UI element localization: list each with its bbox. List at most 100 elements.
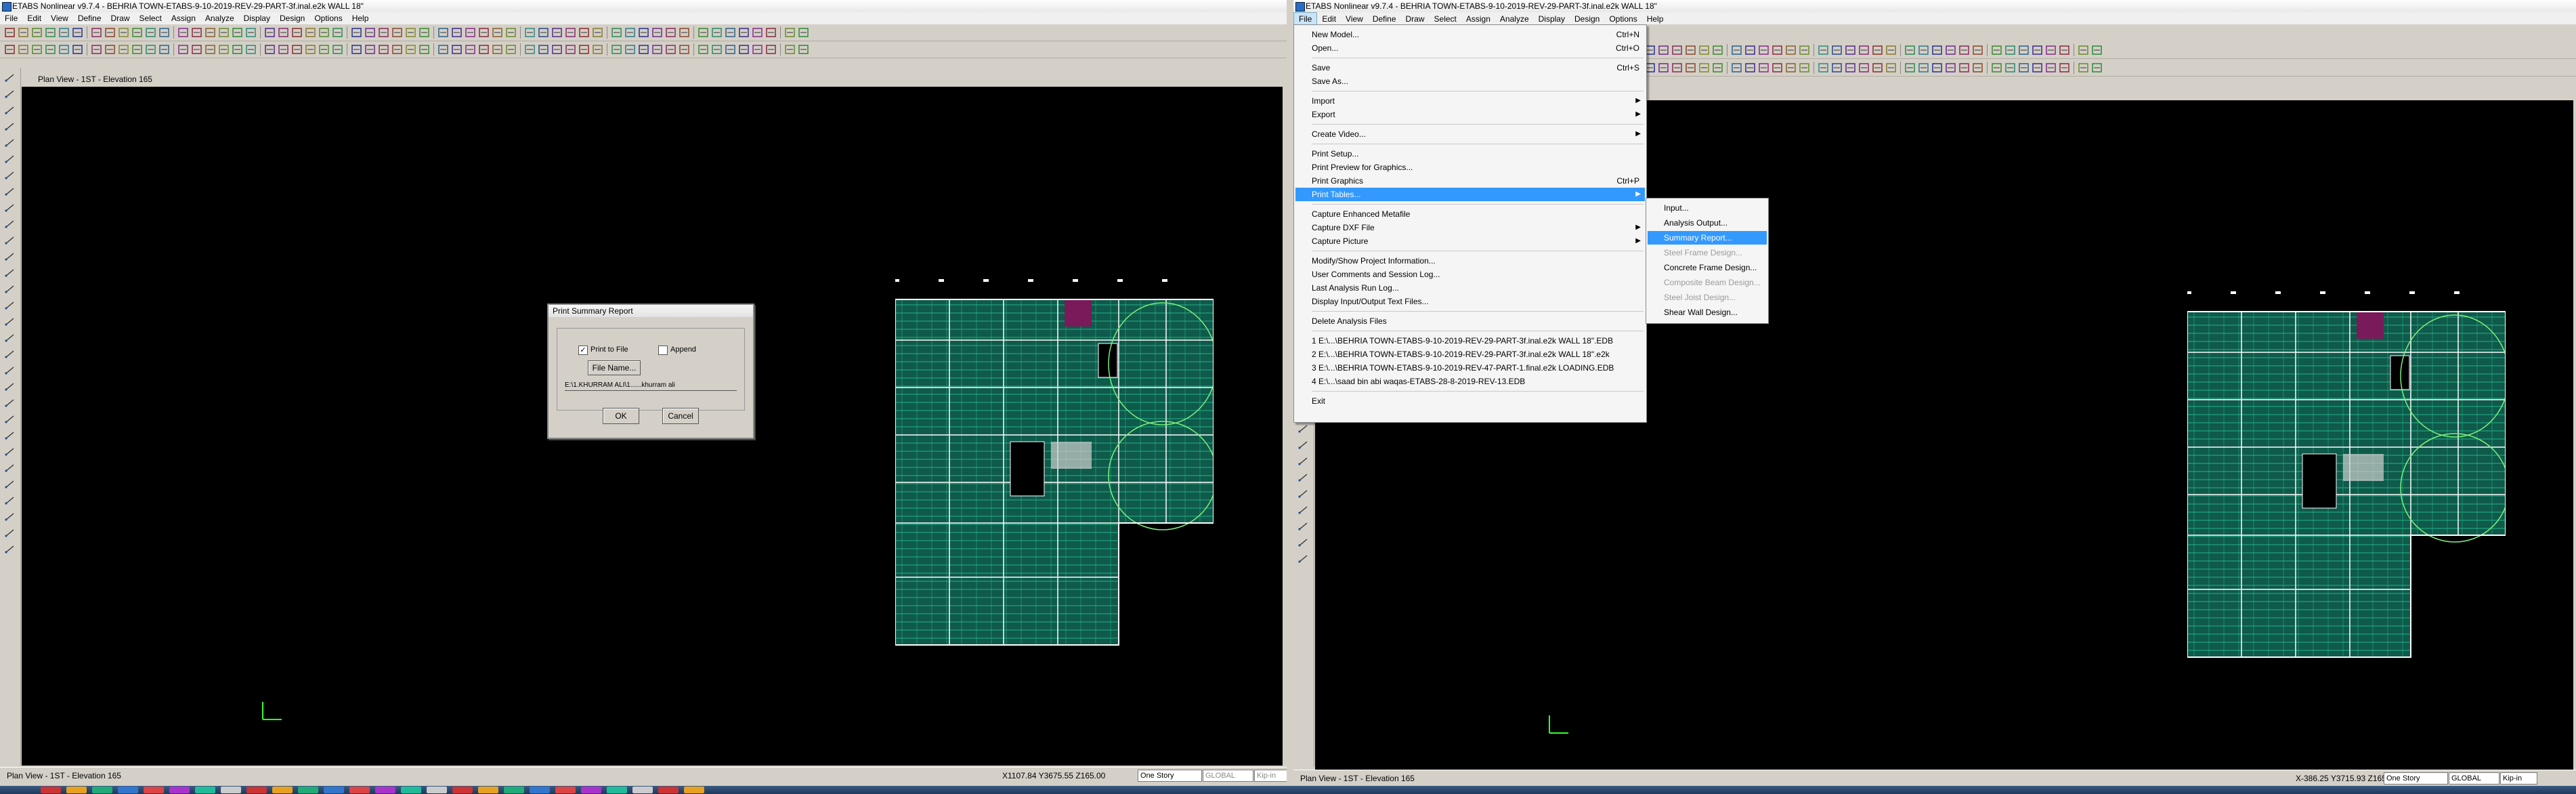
toolbar-button[interactable] — [118, 27, 129, 38]
toolbar-button[interactable] — [679, 27, 690, 38]
menu-analyze[interactable]: Analyze — [200, 12, 239, 24]
side-tool-button[interactable] — [1297, 554, 1308, 564]
toolbar-button[interactable] — [232, 27, 243, 38]
toolbar-button[interactable] — [1758, 45, 1769, 56]
file-menu-item[interactable]: New Model... Ctrl+N — [1295, 28, 1645, 41]
toolbar-button[interactable] — [145, 44, 156, 55]
toolbar-button[interactable] — [1731, 45, 1742, 56]
file-menu-item[interactable]: Print Graphics Ctrl+P — [1295, 174, 1645, 188]
print-tables-item[interactable]: Shear Wall Design... — [1648, 306, 1767, 319]
side-tool-button[interactable] — [4, 171, 15, 180]
menu-design[interactable]: Design — [1570, 13, 1604, 25]
toolbar-button[interactable] — [1931, 45, 1943, 56]
file-menu-item[interactable]: Print Preview for Graphics... — [1295, 161, 1645, 174]
toolbar-button[interactable] — [765, 44, 777, 55]
toolbar-button[interactable] — [72, 44, 83, 55]
file-menu-item[interactable]: Capture Picture ▶ — [1295, 234, 1645, 248]
toolbar-button[interactable] — [2032, 45, 2043, 56]
side-tool-button[interactable] — [4, 73, 15, 83]
toolbar-button[interactable] — [264, 27, 276, 38]
toolbar-button[interactable] — [1712, 62, 1723, 73]
toolbar-button[interactable] — [565, 27, 576, 38]
toolbar-button[interactable] — [1845, 45, 1856, 56]
side-tool-button[interactable] — [1297, 424, 1308, 434]
side-tool-button[interactable] — [1297, 440, 1308, 450]
taskbar-app-button[interactable] — [298, 787, 318, 793]
toolbar-button[interactable] — [451, 44, 463, 55]
toolbar-button[interactable] — [551, 27, 563, 38]
toolbar-button[interactable] — [391, 27, 403, 38]
toolbar-button[interactable] — [1885, 45, 1897, 56]
toolbar-button[interactable] — [1671, 45, 1683, 56]
toolbar-button[interactable] — [765, 27, 777, 38]
toolbar-button[interactable] — [305, 27, 316, 38]
toolbar-button[interactable] — [492, 27, 503, 38]
file-menu-item[interactable]: Print Setup... — [1295, 147, 1645, 161]
toolbar-button[interactable] — [725, 27, 736, 38]
toolbar-button[interactable] — [738, 27, 750, 38]
side-tool-button[interactable] — [4, 382, 15, 392]
taskbar-app-button[interactable] — [427, 787, 447, 793]
toolbar-button[interactable] — [1785, 62, 1797, 73]
taskbar-app-button[interactable] — [92, 787, 112, 793]
toolbar-button[interactable] — [478, 44, 490, 55]
toolbar-button[interactable] — [351, 27, 362, 38]
toolbar-button[interactable] — [651, 27, 663, 38]
toolbar-button[interactable] — [611, 27, 622, 38]
toolbar-button[interactable] — [364, 27, 376, 38]
toolbar-button[interactable] — [405, 27, 416, 38]
toolbar-button[interactable] — [752, 44, 763, 55]
menu-options[interactable]: Options — [309, 12, 347, 24]
toolbar-button[interactable] — [1818, 62, 1829, 73]
file-menu-item[interactable]: 3 E:\...\BEHRIA TOWN-ETABS-9-10-2019-REV… — [1295, 361, 1645, 375]
toolbar-button[interactable] — [332, 27, 343, 38]
taskbar-app-button[interactable] — [401, 787, 421, 793]
menu-file[interactable]: File — [1293, 12, 1318, 26]
side-tool-button[interactable] — [4, 203, 15, 213]
toolbar-button[interactable] — [1904, 62, 1916, 73]
toolbar-button[interactable] — [798, 27, 809, 38]
toolbar-button[interactable] — [232, 44, 243, 55]
toolbar-button[interactable] — [4, 27, 16, 38]
taskbar-app-button[interactable] — [221, 787, 241, 793]
toolbar-button[interactable] — [1731, 62, 1742, 73]
print-tables-item[interactable]: Concrete Frame Design... — [1648, 261, 1767, 274]
toolbar-button[interactable] — [1858, 62, 1870, 73]
taskbar-app-button[interactable] — [195, 787, 215, 793]
toolbar-button[interactable] — [538, 44, 549, 55]
toolbar-button[interactable] — [205, 44, 216, 55]
menu-view[interactable]: View — [1341, 13, 1368, 25]
taskbar-app-button[interactable] — [607, 787, 627, 793]
toolbar-button[interactable] — [91, 27, 102, 38]
toolbar-button[interactable] — [638, 27, 649, 38]
toolbar-button[interactable] — [524, 44, 536, 55]
toolbar-button[interactable] — [651, 44, 663, 55]
taskbar-app-button[interactable] — [375, 787, 395, 793]
taskbar-app-button[interactable] — [581, 787, 601, 793]
toolbar-button[interactable] — [351, 44, 362, 55]
menu-draw[interactable]: Draw — [1401, 13, 1430, 25]
taskbar-app-button[interactable] — [169, 787, 190, 793]
toolbar-button[interactable] — [784, 44, 796, 55]
side-tool-button[interactable] — [1297, 473, 1308, 482]
side-tool-button[interactable] — [4, 285, 15, 294]
toolbar-button[interactable] — [1698, 62, 1710, 73]
file-menu-item[interactable]: Delete Analysis Files — [1295, 314, 1645, 328]
toolbar-button[interactable] — [158, 44, 170, 55]
file-menu-item[interactable]: Import ▶ — [1295, 94, 1645, 108]
toolbar-button[interactable] — [405, 44, 416, 55]
toolbar-button[interactable] — [218, 44, 230, 55]
taskbar-app-button[interactable] — [118, 787, 138, 793]
side-tool-button[interactable] — [1297, 457, 1308, 466]
toolbar-button[interactable] — [2078, 62, 2089, 73]
toolbar-button[interactable] — [118, 44, 129, 55]
file-menu-item[interactable]: Capture Enhanced Metafile — [1295, 207, 1645, 221]
toolbar-button[interactable] — [638, 44, 649, 55]
toolbar-button[interactable] — [1685, 45, 1696, 56]
side-tool-button[interactable] — [4, 480, 15, 489]
menu-assign[interactable]: Assign — [1461, 13, 1495, 25]
menu-define[interactable]: Define — [1368, 13, 1401, 25]
toolbar-button[interactable] — [45, 44, 56, 55]
toolbar-button[interactable] — [31, 44, 43, 55]
taskbar-app-button[interactable] — [530, 787, 550, 793]
